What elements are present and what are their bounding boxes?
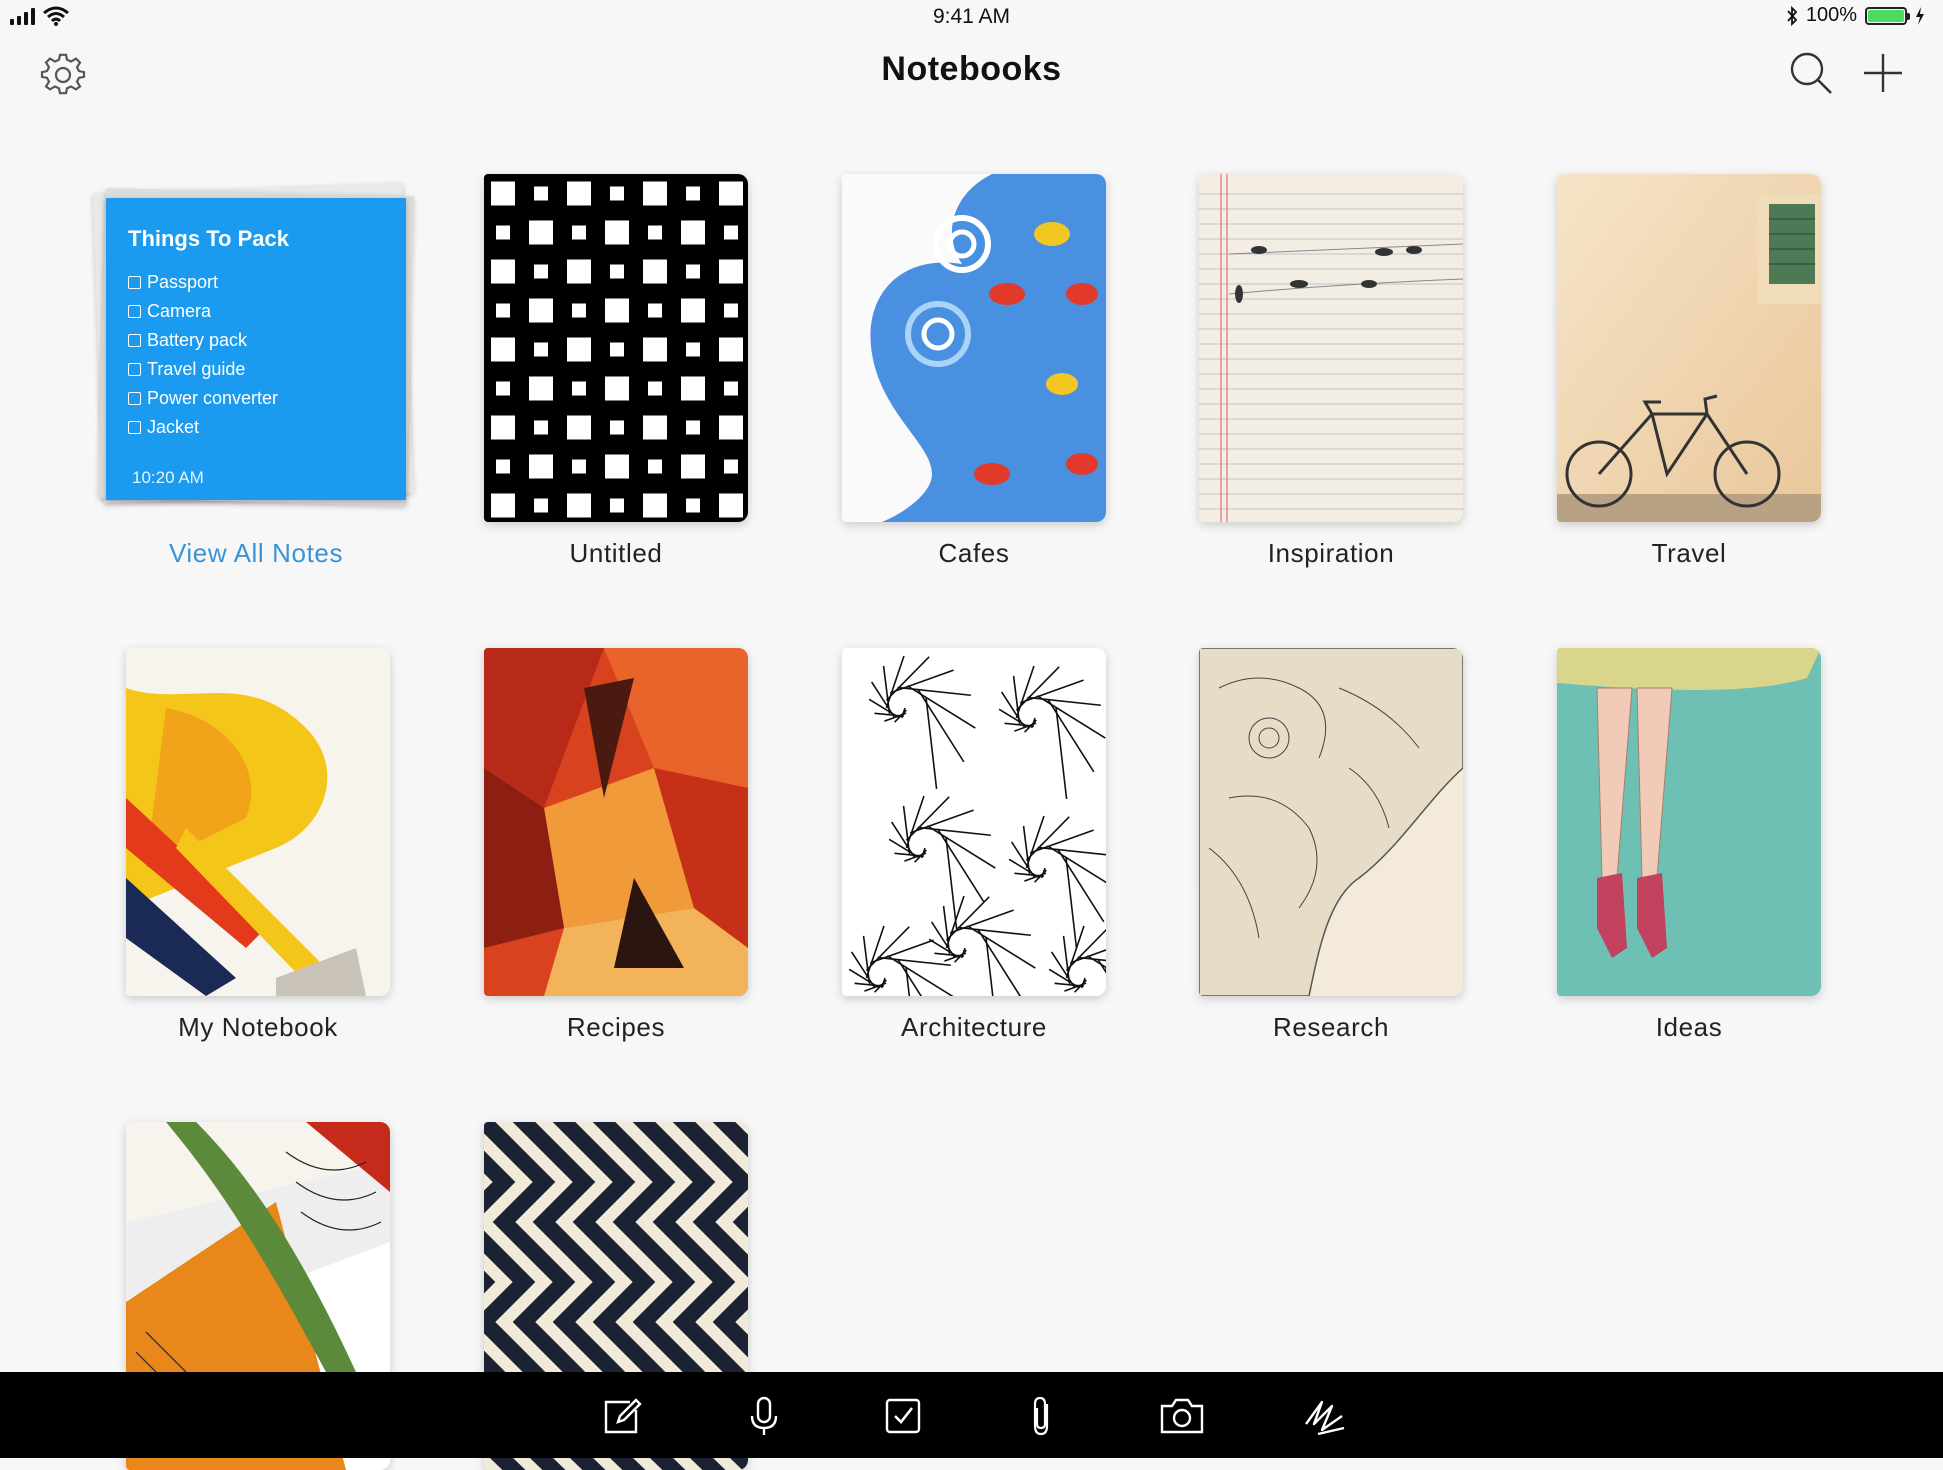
red-geometric-cover-art xyxy=(484,648,748,996)
wave-cover-art xyxy=(842,174,1106,522)
compose-icon xyxy=(600,1394,644,1438)
notebook-label: Untitled xyxy=(444,538,788,569)
notebook-cover xyxy=(1557,648,1821,996)
notebook-cover xyxy=(126,648,390,996)
microphone-icon xyxy=(742,1394,786,1438)
scribble-icon xyxy=(1300,1394,1348,1438)
elephant-cover-art xyxy=(1199,648,1463,996)
notebook-label: Cafes xyxy=(802,538,1146,569)
camera-icon xyxy=(1158,1394,1206,1438)
notebook-label: Travel xyxy=(1517,538,1861,569)
checklist-button[interactable] xyxy=(879,1392,927,1440)
notebook-cover xyxy=(484,174,748,522)
audio-note-button[interactable] xyxy=(740,1392,788,1440)
ballerina-cover-art xyxy=(1557,648,1821,996)
sketch-button[interactable] xyxy=(1300,1392,1348,1440)
notebook-cover xyxy=(484,648,748,996)
notebook-label: Ideas xyxy=(1517,1012,1861,1043)
checker-cover-art xyxy=(484,174,748,522)
paperclip-icon xyxy=(1021,1394,1065,1438)
notebook-grid: Untitled Cafes xyxy=(0,0,1943,1458)
notebook-label: Inspiration xyxy=(1159,538,1503,569)
new-note-button[interactable] xyxy=(598,1392,646,1440)
notebook-cover xyxy=(1557,174,1821,522)
notebook-label: Research xyxy=(1159,1012,1503,1043)
checklist-icon xyxy=(881,1394,925,1438)
bottom-toolbar xyxy=(0,1372,1943,1458)
notebook-cover xyxy=(842,174,1106,522)
lined-paper-cover-art xyxy=(1199,174,1463,522)
notebook-cover xyxy=(842,648,1106,996)
notebook-label: My Notebook xyxy=(86,1012,430,1043)
yellow-paint-cover-art xyxy=(126,648,390,996)
attachment-button[interactable] xyxy=(1019,1392,1067,1440)
line-spiral-cover-art xyxy=(842,648,1106,996)
bicycle-cover-art xyxy=(1557,174,1821,522)
notebook-cover xyxy=(1199,174,1463,522)
notebook-cover xyxy=(1199,648,1463,996)
notebook-label: Recipes xyxy=(444,1012,788,1043)
camera-button[interactable] xyxy=(1158,1392,1206,1440)
notebook-label: Architecture xyxy=(802,1012,1146,1043)
